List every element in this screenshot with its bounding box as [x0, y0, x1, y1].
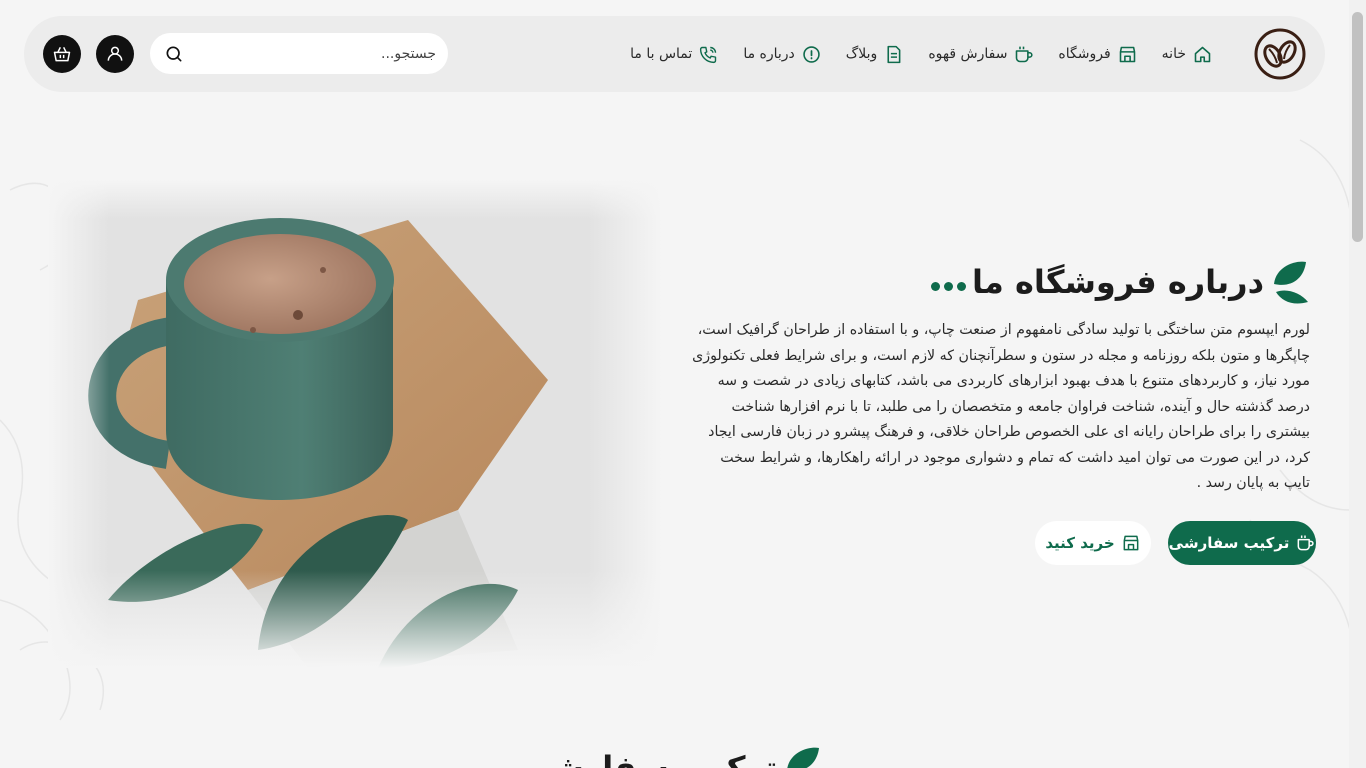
info-icon [803, 45, 820, 63]
user-icon [107, 46, 123, 61]
nav-item-label: تماس با ما [630, 46, 693, 62]
coffee-bean-logo[interactable] [1253, 27, 1307, 81]
store-icon [1123, 535, 1139, 551]
shopping-basket-button[interactable] [43, 35, 81, 73]
custom-blend-heading: ترکیب سفارشی [520, 744, 823, 768]
phone-call-icon [700, 46, 717, 63]
scrollbar-thumb[interactable] [1352, 12, 1363, 242]
search-bar [150, 33, 448, 74]
custom-blend-button[interactable]: ترکیب سفارشی [1168, 521, 1316, 565]
nav-item-label: وبلاگ [845, 46, 878, 62]
nav-item-contact[interactable]: تماس با ما [630, 44, 719, 65]
nav-item-label: سفارش قهوه [928, 46, 1008, 62]
basket-icon [53, 46, 71, 62]
top-header: خانه فروشگاه سفارش قهوه وبلاگ درباره ما … [24, 16, 1325, 92]
about-heading: درباره فروشگاه ما [930, 258, 1310, 306]
user-account-button[interactable] [96, 35, 134, 73]
coffee-bean-logo-icon [1254, 28, 1306, 80]
leaf-icon [787, 747, 820, 768]
search-button[interactable] [162, 42, 186, 66]
image-fade-overlay [48, 180, 662, 668]
shop-now-button[interactable]: خرید کنید [1035, 521, 1151, 565]
custom-blend-button-label: ترکیب سفارشی [1168, 534, 1290, 552]
nav-item-blog[interactable]: وبلاگ [846, 44, 905, 65]
document-icon [887, 45, 901, 63]
about-description: لورم ایپسوم متن ساختگی با تولید سادگی نا… [692, 322, 1310, 491]
about-title-text: درباره فروشگاه ما [971, 263, 1264, 301]
main-navigation: خانه فروشگاه سفارش قهوه وبلاگ درباره ما … [630, 16, 1213, 92]
shop-now-button-label: خرید کنید [1045, 534, 1115, 552]
search-icon [166, 46, 182, 62]
nav-item-home[interactable]: خانه [1162, 44, 1213, 65]
search-input[interactable] [186, 45, 436, 62]
store-icon [1119, 46, 1135, 62]
leaf-icon [1274, 261, 1308, 304]
page-scrollbar[interactable] [1349, 0, 1366, 768]
coffee-mug-image [48, 180, 662, 668]
nav-item-label: خانه [1161, 46, 1186, 62]
nav-item-about[interactable]: درباره ما [743, 44, 821, 65]
title-dots-decoration [930, 281, 966, 291]
coffee-cup-icon [1297, 535, 1314, 551]
nav-item-coffee-order[interactable]: سفارش قهوه [928, 44, 1034, 65]
custom-blend-title-text: ترکیب سفارشی [520, 749, 778, 768]
nav-item-label: فروشگاه [1058, 46, 1111, 62]
nav-item-label: درباره ما [743, 46, 795, 62]
home-icon [1194, 46, 1211, 62]
nav-item-store[interactable]: فروشگاه [1058, 44, 1137, 65]
coffee-cup-icon [1016, 46, 1033, 62]
